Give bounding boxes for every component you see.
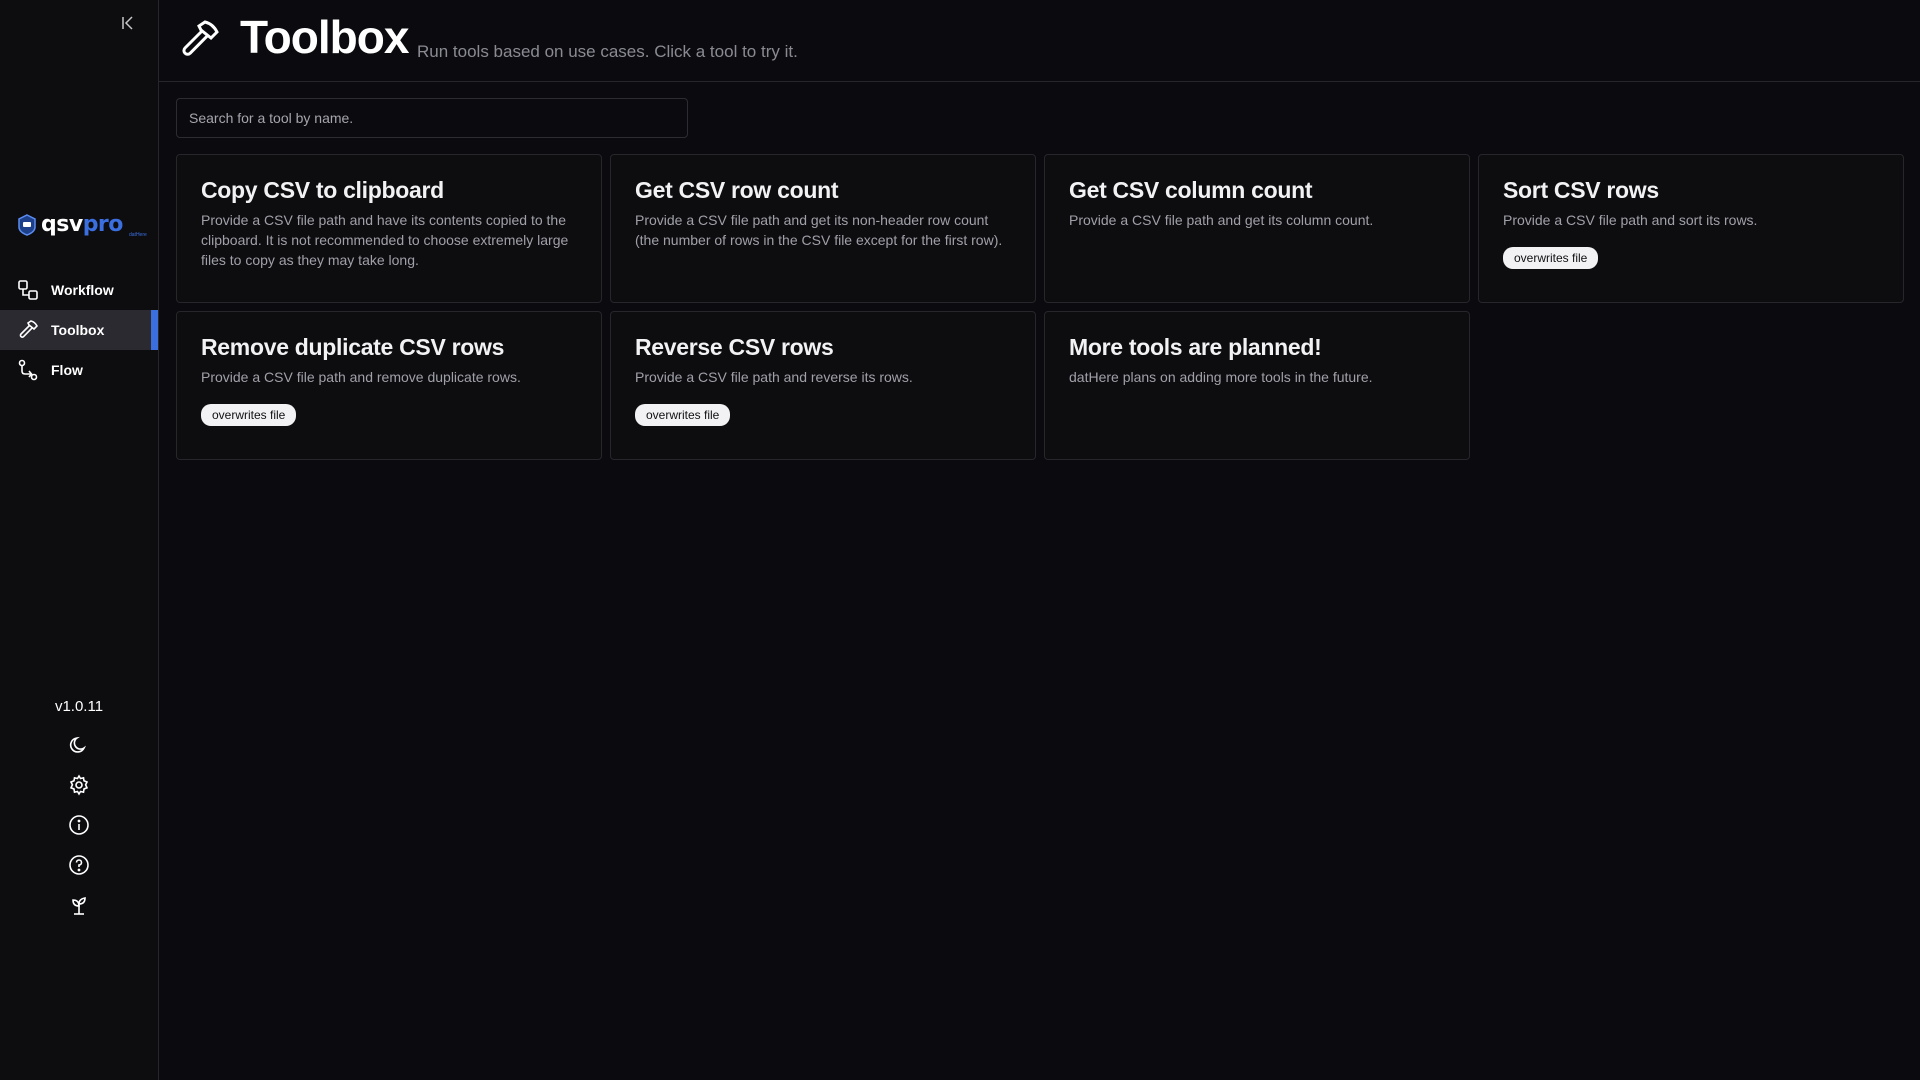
tool-card-description: Provide a CSV file path and get its non-… — [635, 212, 1003, 248]
overwrites-file-badge: overwrites file — [1503, 247, 1599, 269]
sidebar-footer: v1.0.11 — [0, 698, 158, 925]
sidebar-item-flow[interactable]: Flow — [0, 350, 158, 390]
sidebar: qsvpro datHere Workflow Toolbox Flow v1.… — [0, 0, 159, 1080]
main-content: Toolbox Run tools based on use cases. Cl… — [159, 0, 1920, 1080]
tool-grid: Copy CSV to clipboard Provide a CSV file… — [176, 154, 1904, 460]
tool-card-sort-rows[interactable]: Sort CSV rows Provide a CSV file path an… — [1478, 154, 1904, 303]
tool-card-description: Provide a CSV file path and have its con… — [201, 212, 569, 268]
tool-card-more-planned[interactable]: More tools are planned! datHere plans on… — [1044, 311, 1470, 460]
help-icon[interactable] — [66, 852, 92, 878]
sidebar-item-label: Flow — [51, 362, 83, 378]
sidebar-item-label: Workflow — [51, 282, 114, 298]
tool-card-title: Get CSV row count — [635, 177, 839, 203]
tool-card-row-count[interactable]: Get CSV row count Provide a CSV file pat… — [610, 154, 1036, 303]
logo-subtext: datHere — [129, 232, 147, 238]
tool-card-description: Provide a CSV file path and reverse its … — [635, 369, 913, 385]
page-header: Toolbox Run tools based on use cases. Cl… — [159, 0, 1920, 82]
flow-icon — [18, 359, 38, 381]
info-icon[interactable] — [66, 812, 92, 838]
gear-icon[interactable] — [66, 772, 92, 798]
overwrites-file-badge: overwrites file — [201, 404, 297, 426]
tool-card-copy-csv[interactable]: Copy CSV to clipboard Provide a CSV file… — [176, 154, 602, 303]
moon-icon[interactable] — [66, 732, 92, 758]
hammer-icon — [19, 320, 38, 338]
search-input[interactable] — [176, 98, 688, 138]
tool-card-title: Get CSV column count — [1069, 177, 1313, 203]
page-title: Toolbox — [240, 11, 409, 63]
sidebar-item-toolbox[interactable]: Toolbox — [0, 310, 158, 350]
tool-card-description: Provide a CSV file path and get its colu… — [1069, 212, 1374, 228]
version-label: v1.0.11 — [54, 698, 104, 715]
tool-card-title: Sort CSV rows — [1503, 177, 1659, 203]
sidebar-nav: Workflow Toolbox Flow — [0, 270, 158, 390]
tool-card-title: Reverse CSV rows — [635, 334, 834, 360]
qsvpro-logo: qsvpro datHere — [17, 212, 147, 238]
hammer-icon — [182, 20, 219, 56]
page-subtitle: Run tools based on use cases. Click a to… — [417, 42, 798, 61]
tool-card-title: More tools are planned! — [1069, 334, 1322, 360]
tool-card-reverse-rows[interactable]: Reverse CSV rows Provide a CSV file path… — [610, 311, 1036, 460]
tool-card-title: Remove duplicate CSV rows — [201, 334, 505, 360]
tool-card-column-count[interactable]: Get CSV column count Provide a CSV file … — [1044, 154, 1470, 303]
tool-card-description: datHere plans on adding more tools in th… — [1069, 369, 1373, 385]
tool-card-description: Provide a CSV file path and remove dupli… — [201, 369, 521, 385]
tool-card-description: Provide a CSV file path and sort its row… — [1503, 212, 1758, 228]
sprout-icon[interactable] — [66, 892, 92, 918]
workflow-icon — [18, 280, 38, 300]
sidebar-item-workflow[interactable]: Workflow — [0, 270, 158, 310]
tool-card-title: Copy CSV to clipboard — [201, 177, 444, 203]
collapse-sidebar-icon[interactable] — [118, 13, 138, 33]
tool-card-remove-duplicates[interactable]: Remove duplicate CSV rows Provide a CSV … — [176, 311, 602, 460]
overwrites-file-badge: overwrites file — [635, 404, 731, 426]
logo-shield-icon — [18, 214, 36, 236]
logo-text: qsvpro — [41, 212, 123, 237]
app-root: qsvpro datHere Workflow Toolbox Flow v1.… — [0, 0, 1920, 1080]
sidebar-item-label: Toolbox — [51, 322, 105, 338]
